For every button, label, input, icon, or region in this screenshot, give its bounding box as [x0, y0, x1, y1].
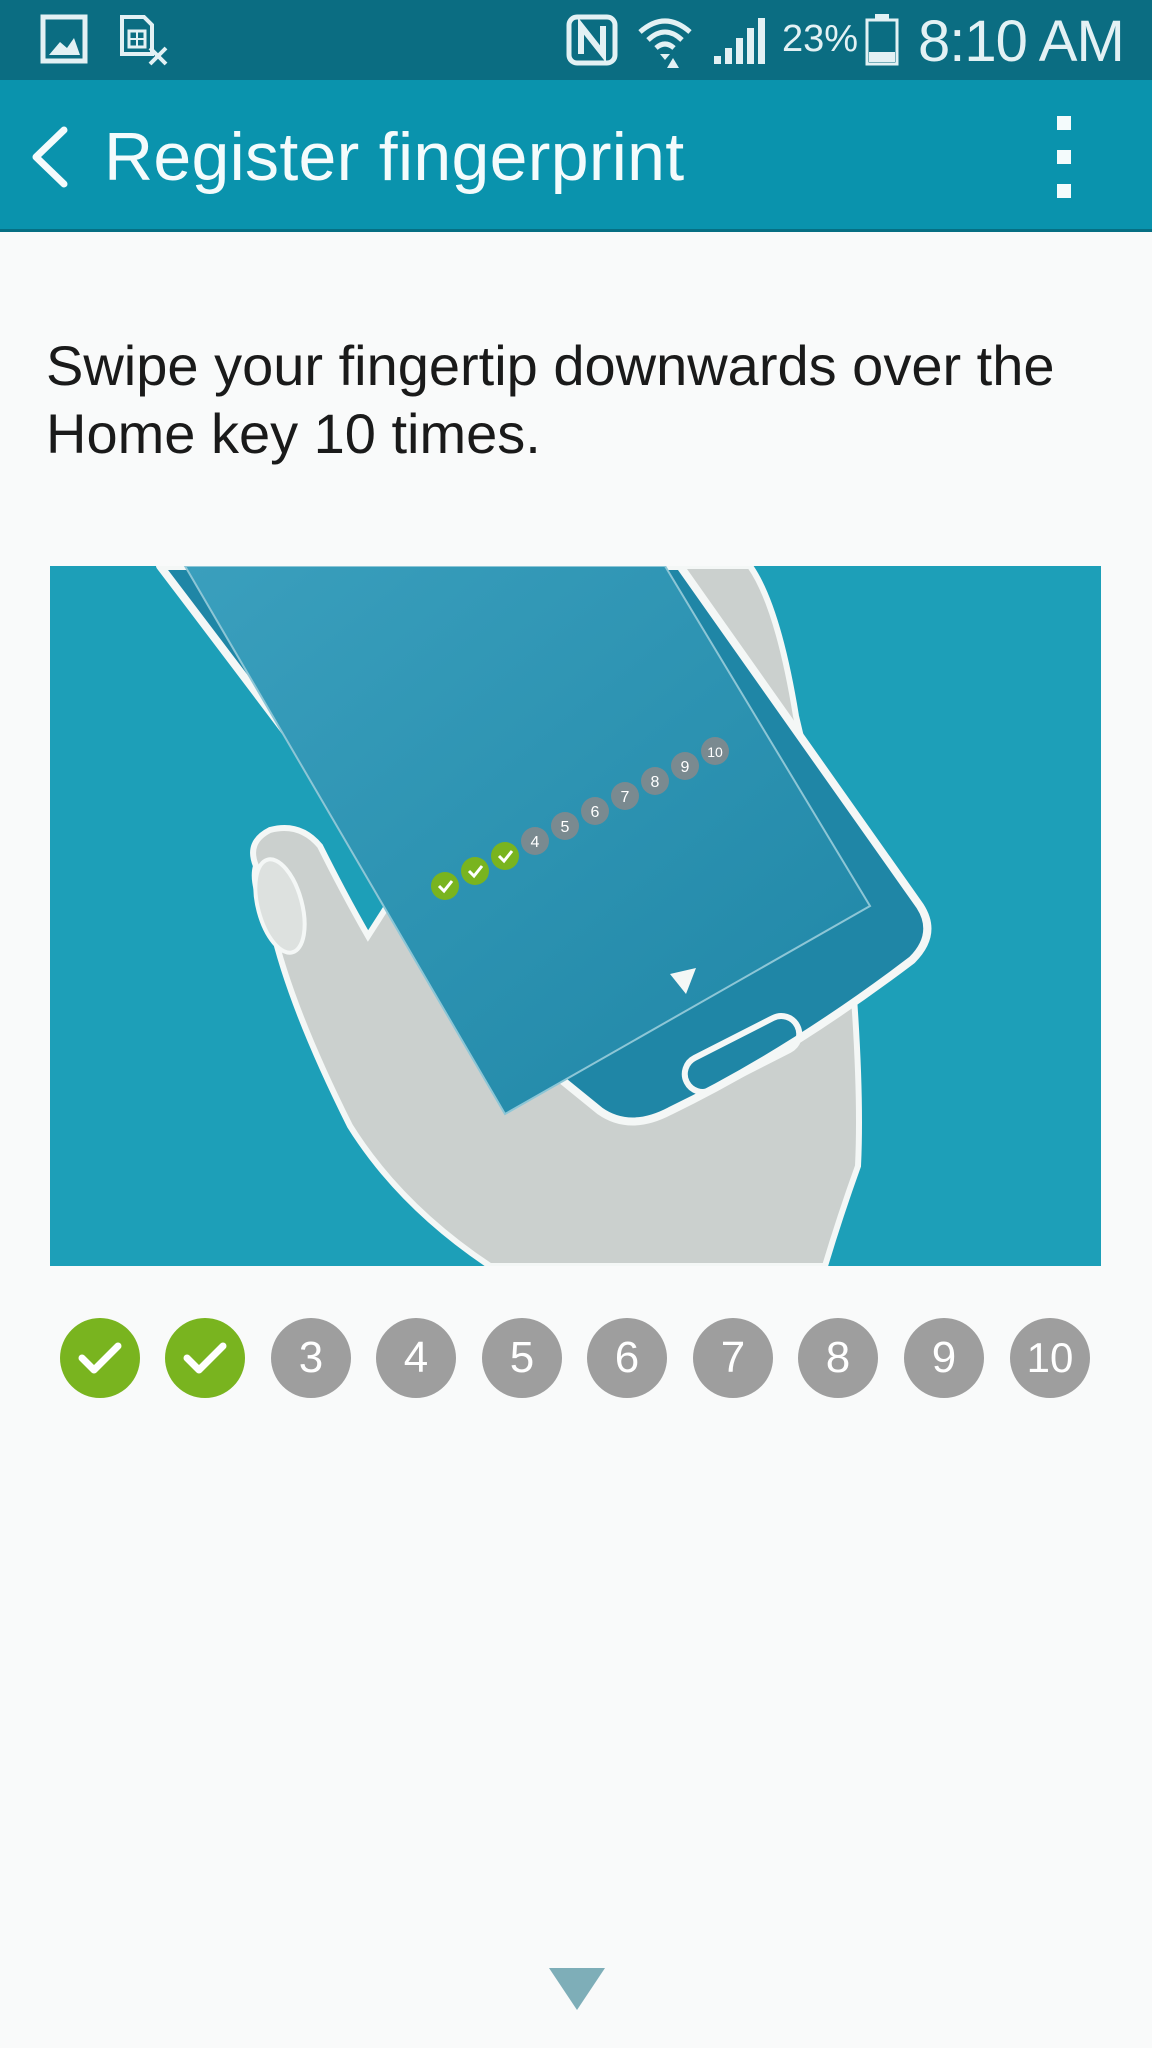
triangle-down-icon[interactable]	[549, 1968, 605, 2010]
progress-step-6: 6	[587, 1318, 667, 1398]
progress-step-7: 7	[693, 1318, 773, 1398]
hand-holding-phone-illustration: 4 5 6 7 8 9 10	[50, 566, 1101, 1266]
mini-step-4: 4	[531, 834, 540, 851]
signal-icon	[714, 18, 765, 64]
more-vertical-icon[interactable]	[1048, 116, 1078, 198]
progress-step-10: 10	[1010, 1318, 1090, 1398]
progress-step-9: 9	[904, 1318, 984, 1398]
mini-step-9: 9	[681, 759, 690, 776]
mini-step-10: 10	[707, 744, 723, 760]
clock: 8:10 AM	[918, 9, 1125, 74]
mini-step-7: 7	[621, 789, 630, 806]
page-title: Register fingerprint	[104, 119, 685, 195]
instruction-text: Swipe your fingertip downwards over the …	[46, 334, 1055, 465]
status-bar: 23% 8:10 AM	[0, 0, 1152, 80]
chevron-left-icon[interactable]	[28, 124, 72, 190]
gallery-icon	[40, 14, 88, 64]
sim-card-error-icon	[120, 15, 168, 66]
mini-step-5: 5	[561, 819, 570, 836]
app-bar: Register fingerprint	[0, 80, 1152, 232]
battery-icon	[865, 14, 899, 66]
wifi-icon	[638, 18, 692, 68]
progress-step-1	[60, 1318, 140, 1398]
nfc-icon	[566, 14, 618, 66]
battery-percentage: 23%	[782, 18, 859, 60]
mini-step-8: 8	[651, 774, 660, 791]
mini-step-6: 6	[591, 804, 600, 821]
progress-step-4: 4	[376, 1318, 456, 1398]
progress-step-2	[165, 1318, 245, 1398]
progress-step-8: 8	[798, 1318, 878, 1398]
progress-step-3: 3	[271, 1318, 351, 1398]
check-icon	[78, 1342, 122, 1374]
progress-step-5: 5	[482, 1318, 562, 1398]
check-icon	[183, 1342, 227, 1374]
registration-progress: 3 4 5 6 7 8 9 10	[60, 1318, 1100, 1398]
